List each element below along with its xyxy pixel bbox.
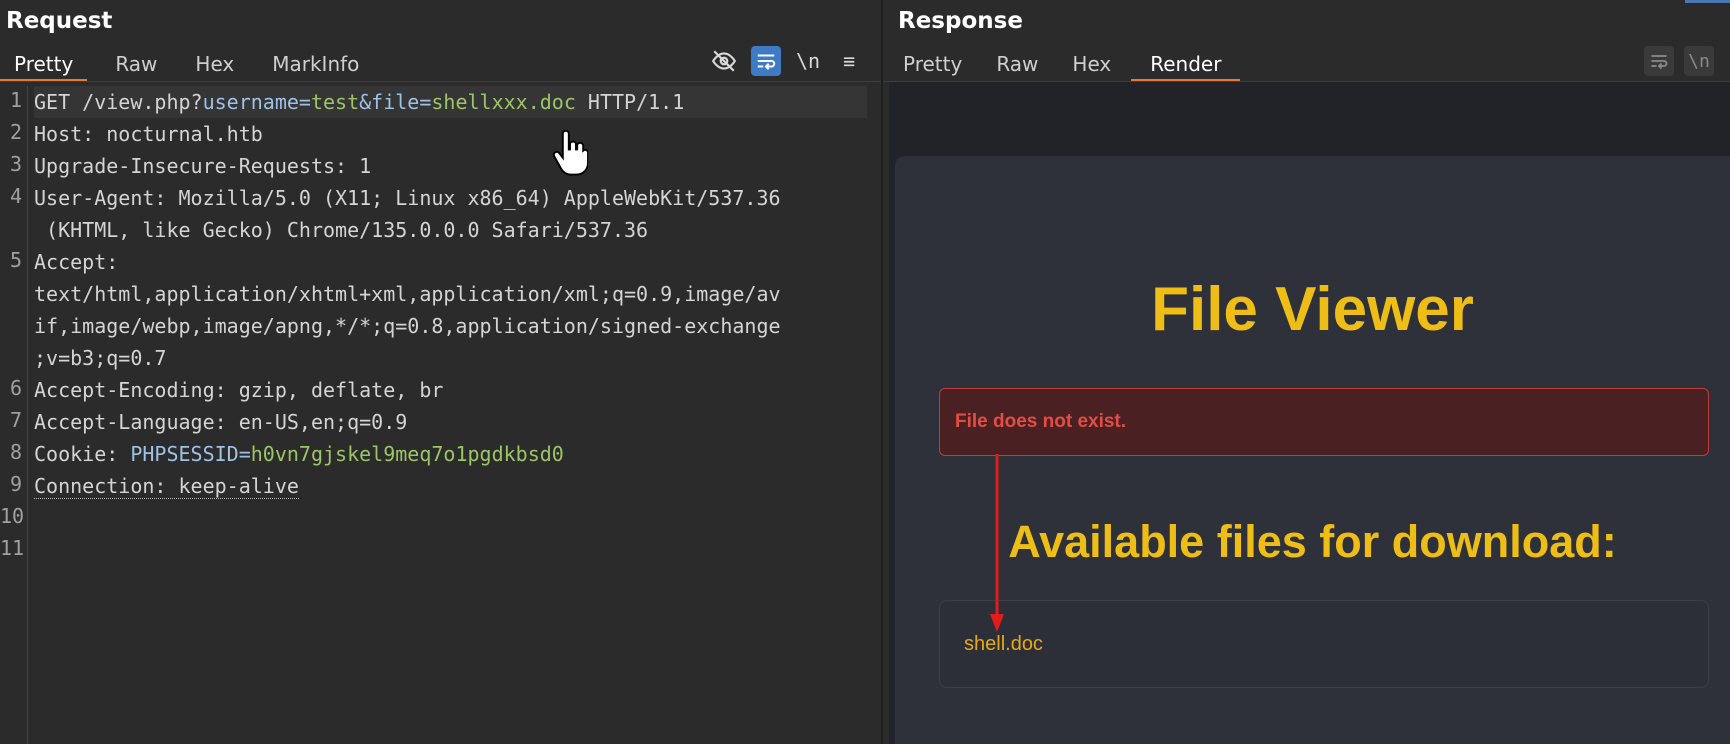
menu-icon[interactable]: ≡	[834, 46, 864, 76]
page-title: File Viewer	[1151, 275, 1474, 344]
cookie-eq: =	[238, 442, 251, 466]
eye-off-icon[interactable]	[709, 46, 739, 76]
header-accept[interactable]: Accept:	[34, 246, 118, 278]
tab-hex[interactable]: Hex	[181, 46, 248, 82]
header-cookie[interactable]: Cookie: PHPSESSID=h0vn7gjskel9meq7o1pgdk…	[34, 438, 564, 470]
tab-pretty[interactable]: Pretty	[889, 46, 976, 82]
tabs-divider	[0, 81, 881, 82]
hand-cursor-icon	[552, 129, 589, 180]
tab-render[interactable]: Render	[1131, 46, 1241, 82]
tab-raw[interactable]: Raw	[101, 46, 171, 82]
connection-text: Connection: keep-alive	[34, 474, 299, 499]
tab-raw[interactable]: Raw	[982, 46, 1052, 82]
cookie-name: PHPSESSID	[130, 442, 239, 466]
line-number: 9	[9, 472, 22, 496]
param-value: shellxxx.doc	[431, 90, 576, 114]
param-eq: =	[419, 90, 432, 114]
param-sep: &	[359, 90, 372, 114]
line-number: 4	[9, 184, 22, 208]
error-message: File does not exist.	[955, 411, 1127, 432]
line-number: 7	[9, 408, 22, 432]
request-panel: Request Pretty Raw Hex MarkInfo \n ≡ 1 2…	[0, 0, 881, 744]
response-tabs: Pretty Raw Hex Render	[889, 46, 1241, 82]
header-connection[interactable]: Connection: keep-alive	[34, 470, 299, 502]
header-accept-cont[interactable]: text/html,application/xhtml+xml,applicat…	[34, 278, 781, 310]
line-number: 11	[0, 536, 25, 560]
line-number: 10	[0, 504, 25, 528]
header-host[interactable]: Host: nocturnal.htb	[34, 118, 263, 150]
line-gutter: 1 2 3 4 5 6 7 8 9 10 11	[0, 86, 28, 744]
response-title: Response	[898, 8, 1023, 34]
error-alert: File does not exist.	[939, 388, 1709, 456]
header-upgrade[interactable]: Upgrade-Insecure-Requests: 1	[34, 150, 371, 182]
request-line-1[interactable]: GET /view.php?username=test&file=shellxx…	[34, 86, 867, 118]
newline-icon[interactable]: \n	[1684, 46, 1714, 76]
tab-markinfo[interactable]: MarkInfo	[258, 46, 373, 82]
line-number: 6	[9, 376, 22, 400]
param-name: username	[202, 90, 299, 114]
top-scroll-indicator	[1685, 0, 1730, 3]
file-list: shell.doc	[939, 600, 1709, 688]
request-title: Request	[6, 8, 113, 34]
header-accept-cont[interactable]: if,image/webp,image/apng,*/*;q=0.8,appli…	[34, 310, 781, 342]
param-eq: =	[298, 90, 311, 114]
response-panel: Response Pretty Raw Hex Render \n File V…	[883, 0, 1730, 744]
line-number: 5	[9, 248, 22, 272]
line-number: 3	[9, 152, 22, 176]
tab-hex[interactable]: Hex	[1058, 46, 1125, 82]
line-number: 8	[9, 440, 22, 464]
render-view: File Viewer File does not exist. Availab…	[889, 82, 1730, 744]
tab-pretty[interactable]: Pretty	[0, 46, 88, 82]
header-accept-cont[interactable]: ;v=b3;q=0.7	[34, 342, 166, 374]
method-path: GET /view.php?	[34, 90, 203, 114]
param-name: file	[371, 90, 420, 114]
header-accept-language[interactable]: Accept-Language: en-US,en;q=0.9	[34, 406, 407, 438]
protocol: HTTP/1.1	[575, 90, 685, 114]
request-editor[interactable]: 1 2 3 4 5 6 7 8 9 10 11 GET /view.php?us…	[0, 86, 881, 744]
request-tabs: Pretty Raw Hex MarkInfo	[0, 46, 373, 82]
files-heading: Available files for download:	[1008, 516, 1617, 567]
cookie-value: h0vn7gjskel9meq7o1pgdkbsd0	[250, 442, 564, 466]
line-number: 2	[9, 120, 22, 144]
header-accept-encoding[interactable]: Accept-Encoding: gzip, deflate, br	[34, 374, 443, 406]
newline-icon[interactable]: \n	[793, 46, 823, 76]
cookie-key: Cookie:	[34, 442, 131, 466]
red-arrow-annotation	[987, 454, 1007, 638]
param-value: test	[310, 90, 360, 114]
content-card: File Viewer File does not exist. Availab…	[895, 156, 1730, 744]
wrap-icon[interactable]	[1644, 46, 1674, 76]
header-user-agent[interactable]: User-Agent: Mozilla/5.0 (X11; Linux x86_…	[34, 182, 781, 214]
wrap-icon[interactable]	[751, 46, 781, 76]
header-user-agent-cont[interactable]: (KHTML, like Gecko) Chrome/135.0.0.0 Saf…	[34, 214, 648, 246]
line-number: 1	[9, 88, 22, 112]
